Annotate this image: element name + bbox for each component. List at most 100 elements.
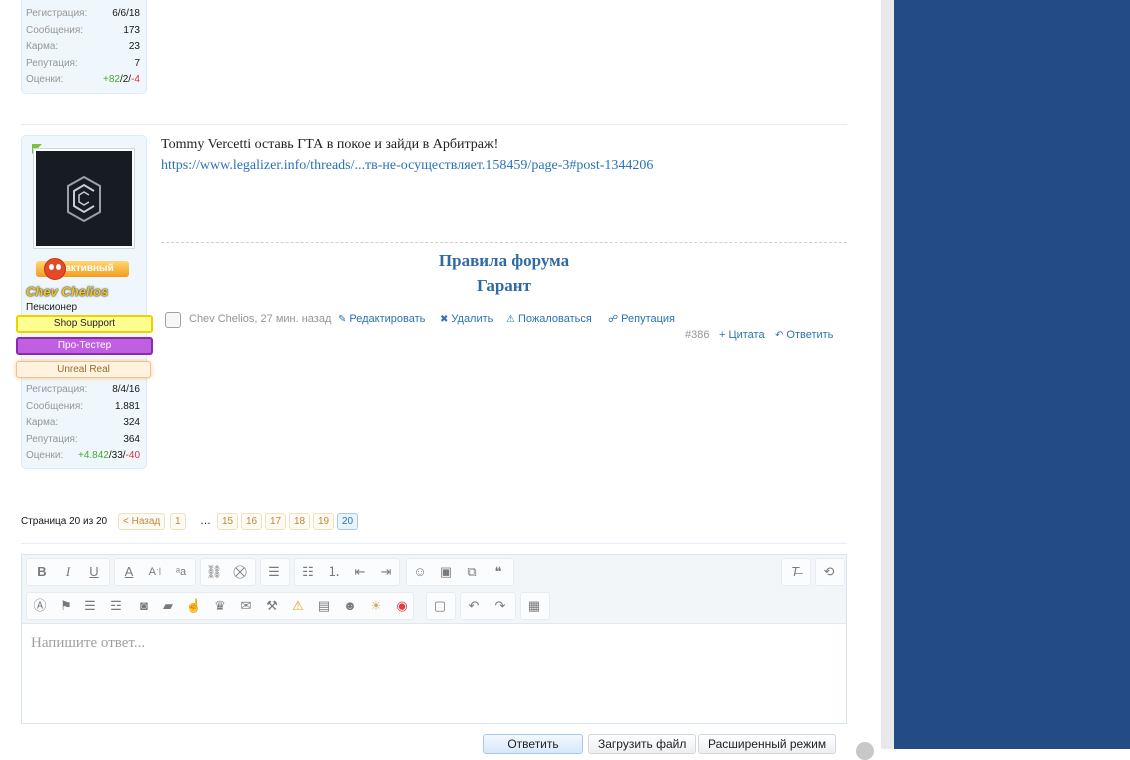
signature-divider xyxy=(161,242,847,243)
page-16-button[interactable]: 16 xyxy=(241,513,263,530)
outdent-icon[interactable]: ⇤ xyxy=(348,560,372,584)
table-group: ▦ xyxy=(520,592,550,620)
signature-guarantor[interactable]: Гарант xyxy=(161,276,847,296)
camera-icon[interactable]: ◙ xyxy=(132,594,156,618)
stat-karma: Карма: 23 xyxy=(26,41,140,52)
sidebar xyxy=(894,0,1130,749)
font-style-icon[interactable]: Ⓐ xyxy=(28,594,52,618)
media-icon[interactable]: ⧉ xyxy=(460,560,484,584)
prev-page-button[interactable]: < Назад xyxy=(118,513,166,530)
page-20-button[interactable]: 20 xyxy=(337,513,359,530)
numbered-list-icon[interactable]: ⒈ xyxy=(322,560,346,584)
select-post-checkbox[interactable] xyxy=(165,312,181,328)
users-icon[interactable]: ⚒ xyxy=(260,594,284,618)
reply-button[interactable]: ↶ Ответить xyxy=(775,329,833,341)
italic-icon[interactable]: I xyxy=(56,560,80,584)
rank-face-icon xyxy=(44,258,66,280)
page-17-button[interactable]: 17 xyxy=(265,513,287,530)
image-icon[interactable]: ▣ xyxy=(434,560,458,584)
post-number[interactable]: #386 xyxy=(685,329,709,341)
font-family-icon[interactable]: ᵃa xyxy=(169,560,193,584)
post-author[interactable]: Chev Chelios xyxy=(189,313,254,325)
reply-icon: ↶ xyxy=(775,330,784,341)
save-group: ▢ xyxy=(426,592,456,620)
post-time[interactable]: , 27 мин. назад xyxy=(254,313,331,325)
idea-icon[interactable]: ☀ xyxy=(364,594,388,618)
eye-icon xyxy=(49,264,54,270)
undo-icon[interactable]: ↶ xyxy=(462,594,486,618)
banner-pro-tester: Про-Тестер xyxy=(16,337,153,355)
signature-forum-rules[interactable]: Правила форума xyxy=(161,251,847,271)
banner-shop-support: Shop Support xyxy=(16,315,153,333)
note-icon[interactable]: ▤ xyxy=(312,594,336,618)
bullet-list-icon[interactable]: ☷ xyxy=(296,560,320,584)
edit-button[interactable]: ✎ Редактировать xyxy=(338,313,425,325)
clear-format-icon[interactable]: T̶ xyxy=(783,560,807,584)
bold-icon[interactable]: B xyxy=(30,560,54,584)
stat-messages: Сообщения: 1.881 xyxy=(26,400,140,412)
pagination-ellipsis: … xyxy=(200,515,211,527)
table-icon[interactable]: ▦ xyxy=(522,594,546,618)
post-link[interactable]: https://www.legalizer.info/threads/...тв… xyxy=(161,158,653,174)
unlink-icon[interactable]: ⛒ xyxy=(228,560,252,584)
align-left-icon[interactable]: ☰ xyxy=(262,560,286,584)
font-group: A A꜉ ᵃa xyxy=(114,558,196,586)
stat-registration: Регистрация: 6/6/18 xyxy=(26,8,140,19)
toggle-source-group: ⟲ xyxy=(815,558,845,586)
stop-icon[interactable]: ◉ xyxy=(390,594,414,618)
stat-karma: Карма: 324 xyxy=(26,417,140,428)
page-18-button[interactable]: 18 xyxy=(289,513,311,530)
warning-icon: ⚠ xyxy=(506,314,515,325)
upload-file-button[interactable]: Загрузить файл xyxy=(588,734,697,754)
stat-registration: Регистрация: 8/4/16 xyxy=(26,384,140,395)
post-meta: Chev Chelios, 27 мин. назад xyxy=(189,313,331,325)
username[interactable]: Chev Chelios xyxy=(26,284,108,299)
group-icon[interactable]: ☻ xyxy=(338,594,362,618)
list-group: ☷ ⒈ ⇤ ⇥ xyxy=(294,558,400,586)
page-15-button[interactable]: 15 xyxy=(217,513,239,530)
page-gutter xyxy=(881,0,894,749)
thumbs-up-icon[interactable]: ☝ xyxy=(182,594,206,618)
chat-icon[interactable]: ✉ xyxy=(234,594,258,618)
avatar[interactable] xyxy=(33,148,135,249)
prev-user-stats: Регистрация: 6/6/18 Сообщения: 173 Карма: 2… xyxy=(26,8,140,91)
trophy-icon[interactable]: ♛ xyxy=(208,594,232,618)
quote-button[interactable]: + Цитата xyxy=(719,329,765,341)
user-stats: Регистрация: 8/4/16 Сообщения: 1.881 Карма… xyxy=(26,384,140,467)
hide-icon[interactable]: ☲ xyxy=(104,594,128,618)
format-group: B I U xyxy=(26,558,110,586)
eye-icon xyxy=(56,264,61,270)
submit-reply-button[interactable]: Ответить xyxy=(483,734,583,754)
banner-unreal-real: Unreal Real xyxy=(16,361,151,378)
page-19-button[interactable]: 19 xyxy=(313,513,335,530)
toggle-bbcode-icon[interactable]: ⟲ xyxy=(817,560,841,584)
reputation-button[interactable]: ☍ Репутация xyxy=(608,313,675,325)
link-icon[interactable]: ⛓ xyxy=(202,560,226,584)
quote-block-icon[interactable]: ❝ xyxy=(486,560,510,584)
spoiler-icon[interactable]: ☰ xyxy=(78,594,102,618)
underline-icon[interactable]: U xyxy=(82,560,106,584)
stat-messages: Сообщения: 173 xyxy=(26,24,140,36)
smiley-icon[interactable]: ☺ xyxy=(408,560,432,584)
reply-editor: B I U A A꜉ ᵃa ⛓ ⛒ ☰ ☷ ⒈ ⇤ ⇥ ☺ ▣ ⧉ ❝ T̶ ⟲… xyxy=(21,554,847,724)
report-button[interactable]: ⚠ Пожаловаться xyxy=(506,313,592,325)
scroll-top-button[interactable] xyxy=(856,742,874,760)
font-size-icon[interactable]: A꜉ xyxy=(143,560,167,584)
stat-ratings: Оценки: +4.842/33/-40 xyxy=(26,450,140,461)
post-text: Tommy Vercetti оставь ГТА в покое и зайд… xyxy=(161,137,499,152)
clear-format-group: T̶ xyxy=(781,558,811,586)
text-color-icon[interactable]: A xyxy=(117,560,141,584)
alert-icon[interactable]: ⚠ xyxy=(286,594,310,618)
post-divider xyxy=(21,124,847,125)
reply-input[interactable]: Напишите ответ... xyxy=(31,635,145,652)
comment-icon[interactable]: ▰ xyxy=(156,594,180,618)
indent-icon[interactable]: ⇥ xyxy=(374,560,398,584)
redo-icon[interactable]: ↷ xyxy=(488,594,512,618)
flag-icon[interactable]: ⚑ xyxy=(54,594,78,618)
delete-button[interactable]: ✖ Удалить xyxy=(440,313,493,325)
handshake-icon: ☍ xyxy=(608,314,619,325)
save-draft-icon[interactable]: ▢ xyxy=(428,594,452,618)
advanced-mode-button[interactable]: Расширенный режим xyxy=(698,734,837,754)
page-1-button[interactable]: 1 xyxy=(170,513,186,530)
main-content: Регистрация: 6/6/18 Сообщения: 173 Карма: 2… xyxy=(0,0,881,754)
